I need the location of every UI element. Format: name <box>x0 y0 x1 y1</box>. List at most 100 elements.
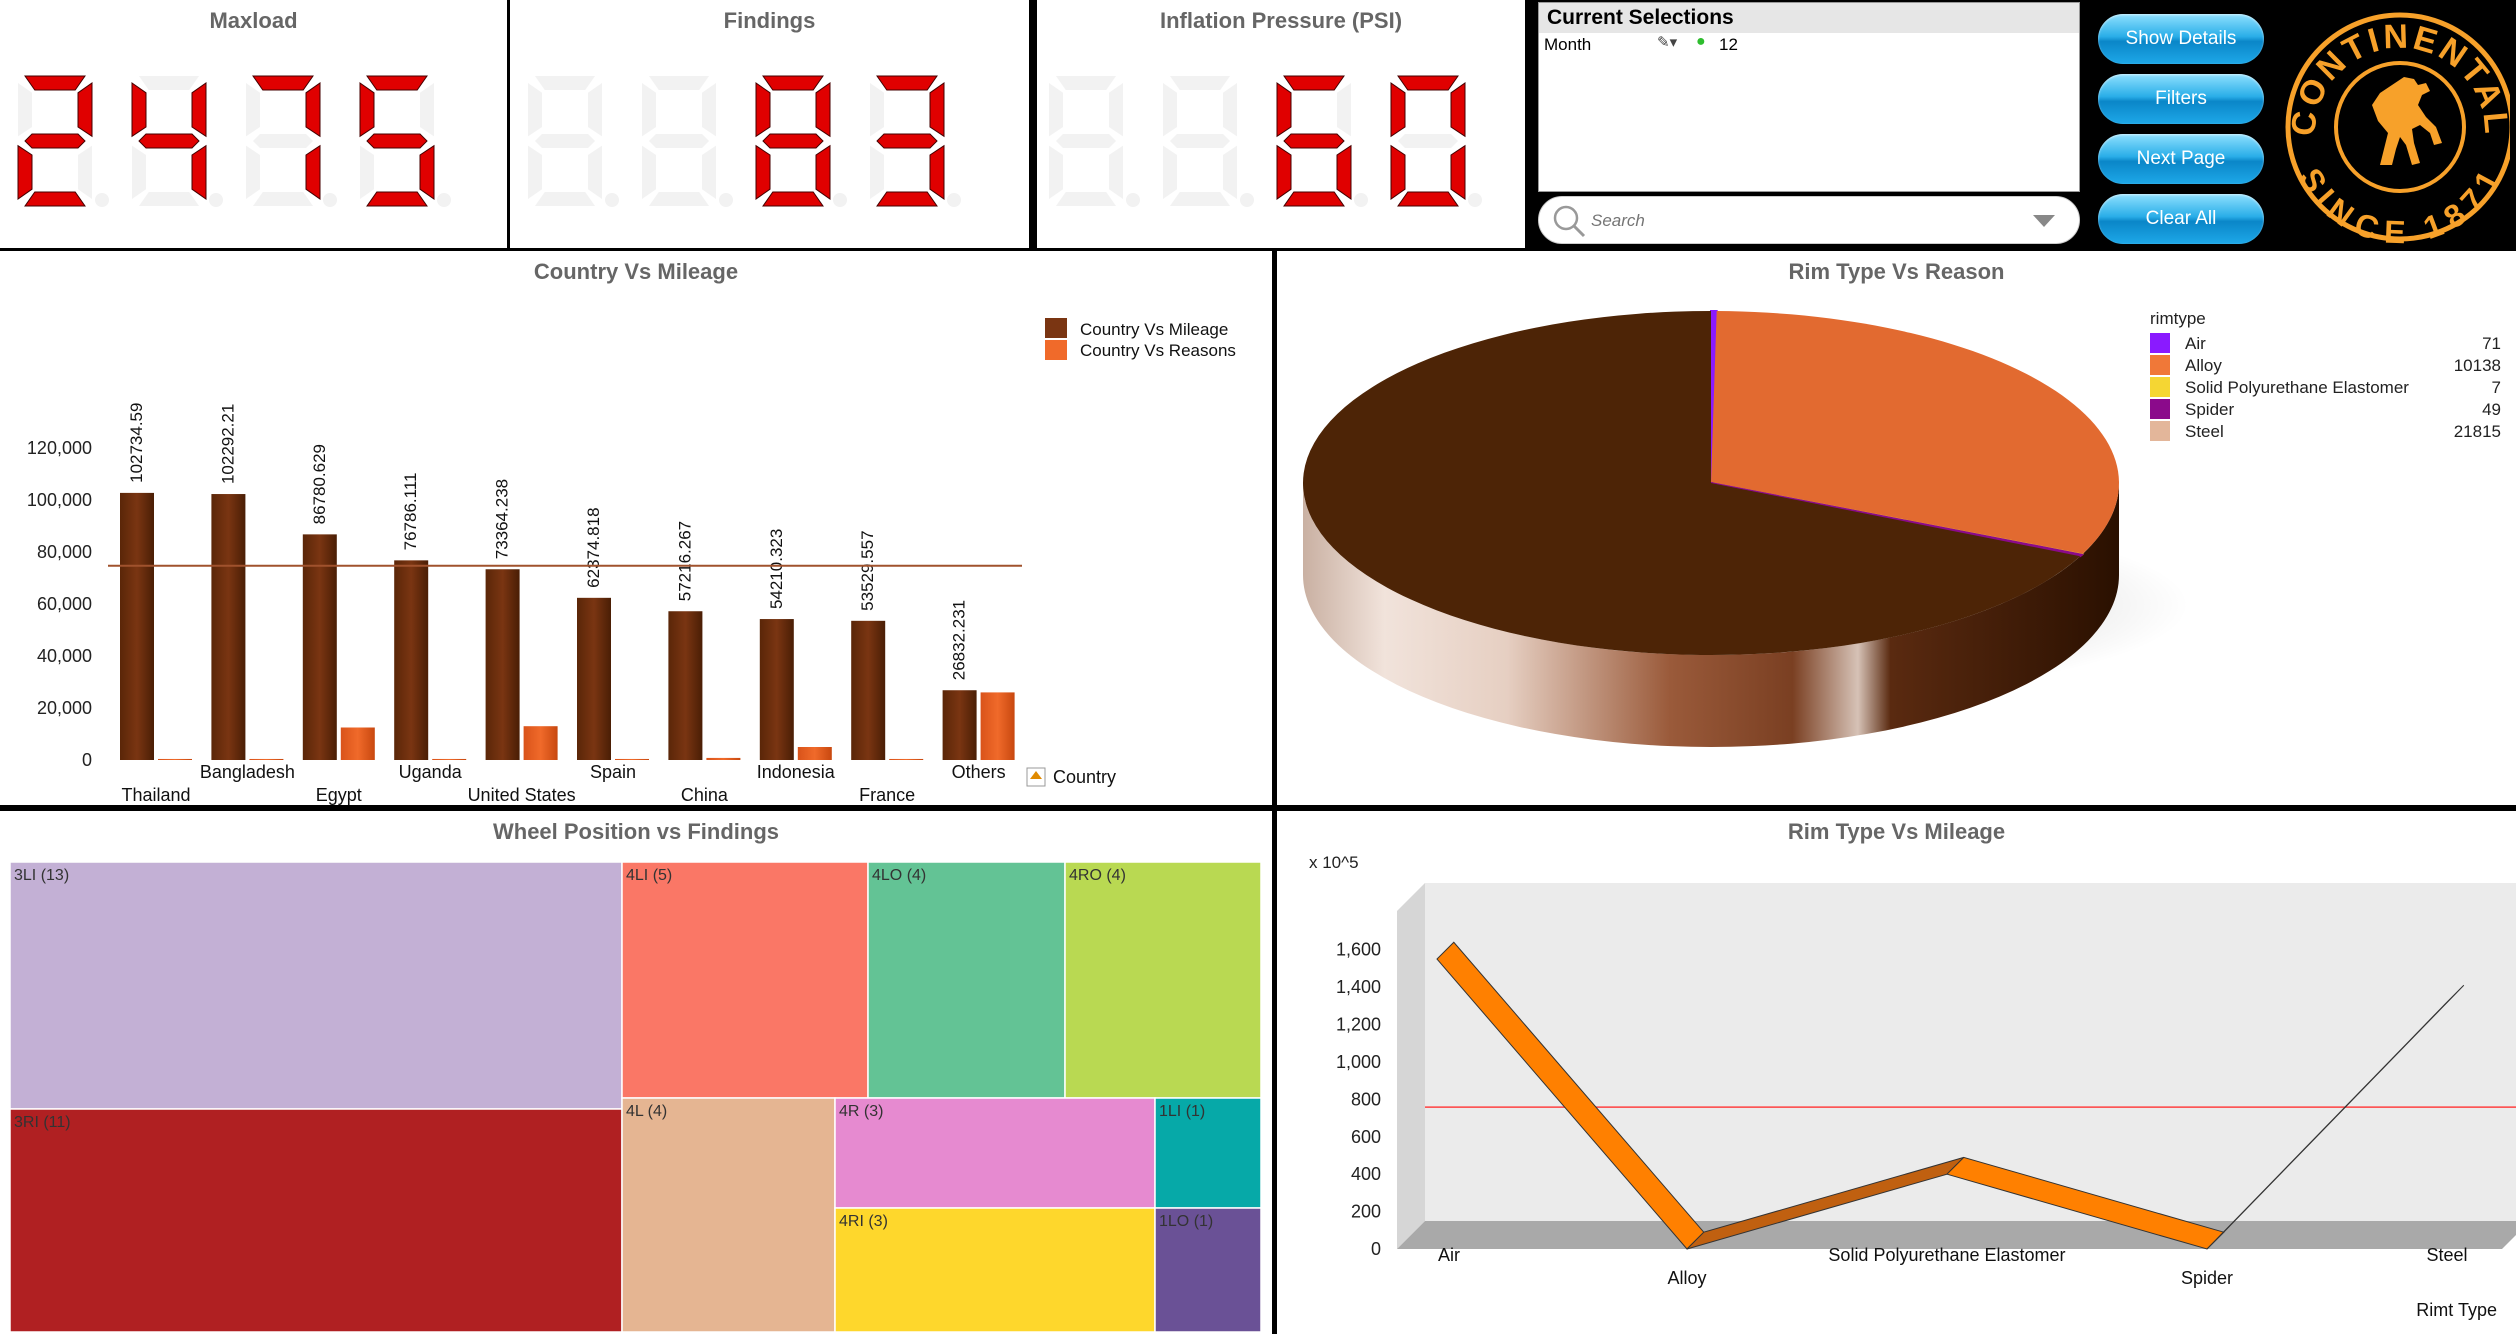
y-tick-label: 120,000 <box>27 438 92 458</box>
bar-reasons <box>249 758 284 760</box>
legend-value: 21815 <box>2454 422 2501 441</box>
kpi-segment <box>253 134 313 148</box>
kpi-segment <box>1397 75 1459 91</box>
kpi-segment <box>78 145 92 199</box>
rim-reason-chart[interactable]: rimtype Air 71 Alloy 10138 Solid Polyurethane… <box>1277 251 2516 805</box>
kpi-decimal-dot <box>833 193 847 207</box>
kpi-segment <box>132 145 146 199</box>
bar-mileage <box>942 690 977 760</box>
data-label: 62374.818 <box>584 507 603 587</box>
filters-button[interactable]: Filters <box>2098 74 2264 124</box>
treemap-label: 4RO (4) <box>1069 867 1126 884</box>
y-tick-label: 600 <box>1351 1127 1381 1147</box>
bar-mileage <box>668 611 703 760</box>
kpi-segment <box>1109 145 1123 199</box>
kpi-segment <box>419 144 435 200</box>
current-selections-box[interactable]: Current Selections Month ✎▾ ● 12 <box>1538 2 2080 192</box>
kpi-decimal-dot <box>605 193 619 207</box>
kpi-segment <box>18 83 32 137</box>
country-mileage-chart[interactable]: 0 20,000 40,000 60,000 80,000 100,000 120,000 1… <box>0 251 1272 805</box>
x-tick-label: Solid Polyurethane Elastomer <box>1828 1245 2065 1265</box>
data-label: 102734.59 <box>127 403 146 483</box>
kpi-title: Findings <box>723 8 816 33</box>
treemap-label: 4LO (4) <box>872 867 926 884</box>
selection-lock-icon[interactable]: ✎▾ <box>1657 33 1677 51</box>
treemap-cell <box>9 861 623 1110</box>
y-tick-label: 1,600 <box>1336 940 1381 960</box>
treemap-cell <box>9 1108 623 1333</box>
kpi-segment <box>755 144 771 200</box>
data-label: 54210.323 <box>767 529 786 609</box>
y-tick-label: 1,400 <box>1336 977 1381 997</box>
search-input[interactable] <box>1589 207 2013 235</box>
chart-title: Rim Type Vs Mileage <box>1787 819 2006 844</box>
kpi-segment <box>876 191 938 207</box>
kpi-digits <box>528 75 961 207</box>
bar-mileage <box>851 620 886 760</box>
country-mileage-panel: Country Vs Mileage 0 20,000 40,000 60,000 80… <box>0 251 1272 805</box>
kpi-segment <box>1170 76 1230 90</box>
kpi-segment <box>305 144 321 200</box>
kpi-segment <box>876 133 938 149</box>
x-tick-label: United States <box>468 785 576 805</box>
treemap-label: 1LI (1) <box>1159 1103 1205 1120</box>
chevron-down-icon[interactable] <box>2031 213 2057 229</box>
legend-value: 49 <box>2482 400 2501 419</box>
next-page-button[interactable]: Next Page <box>2098 134 2264 184</box>
legend-label: Alloy <box>2185 356 2222 375</box>
selection-value: 12 <box>1719 35 1738 54</box>
kpi-segment <box>702 145 716 199</box>
bar-reasons <box>615 758 649 760</box>
kpi-maxload-panel: Maxload <box>0 0 507 248</box>
y-tick-label: 0 <box>1371 1239 1381 1259</box>
legend-label: Air <box>2185 334 2206 353</box>
kpi-segment <box>649 134 709 148</box>
kpi-inflation-panel: Inflation Pressure (PSI) <box>1037 0 1525 248</box>
kpi-segment <box>246 145 260 199</box>
y-tick-label: 100,000 <box>27 490 92 510</box>
selection-row[interactable]: Month ✎▾ ● 12 <box>1539 33 2079 59</box>
kpi-segment <box>1170 134 1230 148</box>
kpi-segment <box>588 83 602 137</box>
selection-field: Month <box>1544 35 1592 54</box>
kpi-segment <box>1109 83 1123 137</box>
wheel-findings-panel: Wheel Position vs Findings 3LI (13) 3RI (… <box>0 811 1272 1334</box>
kpi-segment <box>305 82 321 138</box>
x-tick-label: Spain <box>590 762 636 782</box>
search-box[interactable] <box>1538 196 2080 244</box>
bar-mileage <box>485 569 520 760</box>
kpi-segment <box>535 192 595 206</box>
kpi-digits <box>17 75 451 207</box>
bar-mileage <box>394 560 429 760</box>
kpi-segment <box>1056 134 1116 148</box>
bar-reasons <box>889 758 924 760</box>
bar-reasons <box>432 758 467 760</box>
kpi-decimal-dot <box>1468 193 1482 207</box>
kpi-segment <box>870 145 884 199</box>
kpi-digits <box>1049 75 1482 207</box>
clear-all-button[interactable]: Clear All <box>2098 194 2264 244</box>
bar-reasons <box>706 757 741 760</box>
y-tick-label: 1,200 <box>1336 1015 1381 1035</box>
x-tick-label: China <box>681 785 729 805</box>
kpi-segment <box>359 82 375 138</box>
chart-title: Country Vs Mileage <box>533 259 739 284</box>
kpi-decimal-dot <box>719 193 733 207</box>
legend-swatch <box>2150 399 2170 419</box>
show-details-button[interactable]: Show Details <box>2098 14 2264 64</box>
wheel-findings-treemap[interactable]: 3LI (13) 3RI (11) 4LI (5) 4LO (4) 4RO (4) 4L … <box>0 811 1272 1334</box>
kpi-segment <box>139 76 199 90</box>
kpi-segment <box>420 83 434 137</box>
x-tick-label: Others <box>952 762 1006 782</box>
logo-since-text: SINCE 1871 <box>2292 162 2508 245</box>
y-tick-label: 80,000 <box>37 542 92 562</box>
kpi-decimal-dot <box>1126 193 1140 207</box>
kpi-segment <box>131 82 147 138</box>
legend-label: Country Vs Mileage <box>1080 320 1228 339</box>
kpi-segment <box>762 75 824 91</box>
rim-mileage-chart[interactable]: 0 200 400 600 800 1,000 1,200 1,400 1,600 x 10^5 A… <box>1277 811 2516 1334</box>
rim-mileage-panel: Rim Type Vs Mileage 0 200 400 600 800 1,000 1,… <box>1277 811 2516 1334</box>
kpi-decimal-dot <box>437 193 451 207</box>
legend-label: Country Vs Reasons <box>1080 341 1236 360</box>
kpi-segment <box>870 83 884 137</box>
